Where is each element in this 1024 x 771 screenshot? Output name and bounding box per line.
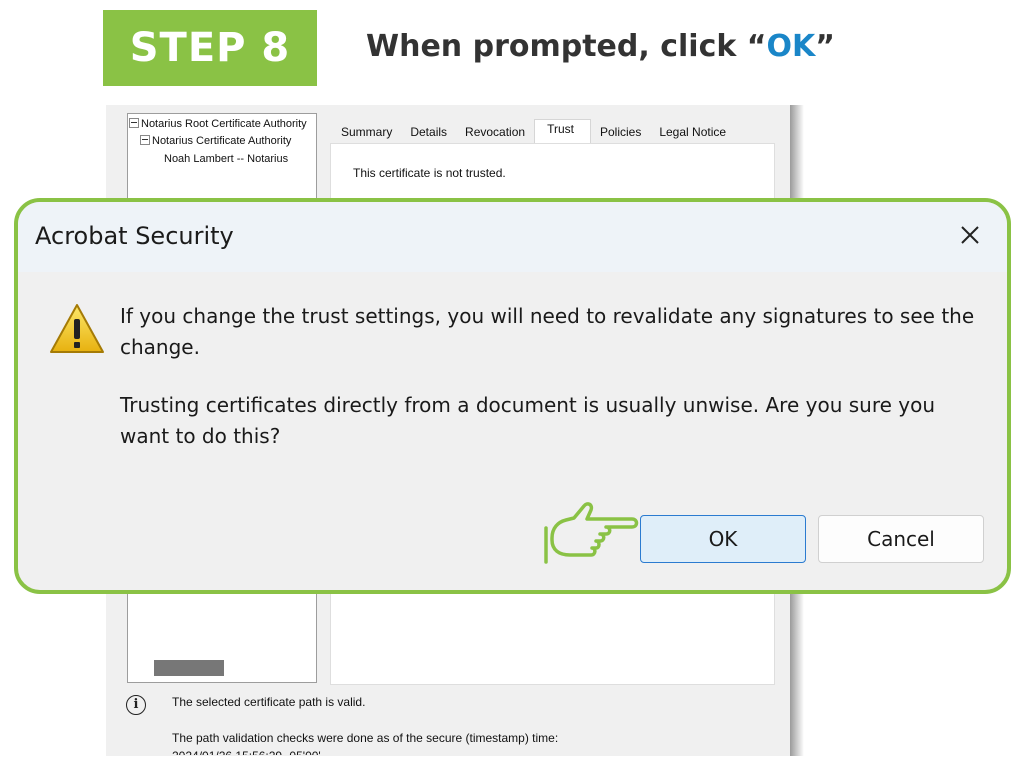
collapse-icon[interactable] bbox=[140, 135, 150, 145]
tree-item-root-ca[interactable]: Notarius Root Certificate Authority bbox=[129, 116, 315, 132]
dialog-message-unwise: Trusting certificates directly from a do… bbox=[120, 393, 936, 448]
collapse-icon[interactable] bbox=[129, 118, 139, 128]
step-instruction: When prompted, click “OK” bbox=[366, 22, 835, 72]
tab-revocation[interactable]: Revocation bbox=[456, 125, 534, 143]
step-badge-label: STEP 8 bbox=[129, 25, 291, 71]
certificate-tabs: Summary Details Revocation Trust Policie… bbox=[332, 117, 735, 144]
step-instruction-suffix: ” bbox=[815, 29, 835, 64]
acrobat-security-dialog: Acrobat Security If you change the trust… bbox=[14, 198, 1011, 594]
path-valid-text: The selected certificate path is valid. bbox=[172, 695, 366, 709]
warning-icon bbox=[50, 304, 104, 353]
tree-item-signer[interactable]: Noah Lambert -- Notarius bbox=[164, 151, 315, 167]
tab-legal-notice[interactable]: Legal Notice bbox=[650, 125, 735, 143]
step-instruction-prefix: When prompted, click “ bbox=[366, 29, 767, 64]
tab-policies[interactable]: Policies bbox=[591, 125, 650, 143]
tree-item-label: Notarius Root Certificate Authority bbox=[141, 118, 307, 130]
tree-item-intermediate-ca[interactable]: Notarius Certificate Authority bbox=[140, 133, 315, 149]
pointing-hand-icon bbox=[544, 502, 639, 564]
dialog-message-revalidate: If you change the trust settings, you wi… bbox=[120, 304, 975, 359]
info-icon: i bbox=[126, 695, 146, 715]
tab-details[interactable]: Details bbox=[401, 125, 456, 143]
tree-item-label: Notarius Certificate Authority bbox=[152, 135, 292, 147]
validation-timestamp: 2024/01/26 15:56:29 -05'00' bbox=[172, 748, 321, 755]
dialog-titlebar: Acrobat Security bbox=[18, 202, 1007, 272]
step-badge: STEP 8 bbox=[103, 10, 317, 86]
cancel-button[interactable]: Cancel bbox=[818, 515, 984, 563]
ok-button[interactable]: OK bbox=[640, 515, 806, 563]
tab-summary[interactable]: Summary bbox=[332, 125, 401, 143]
trust-status-text: This certificate is not trusted. bbox=[353, 166, 506, 180]
close-icon[interactable] bbox=[955, 220, 985, 250]
tab-trust[interactable]: Trust bbox=[534, 119, 591, 144]
path-checks-text: The path validation checks were done as … bbox=[172, 731, 559, 745]
step-instruction-highlight: OK bbox=[766, 29, 816, 64]
dialog-title: Acrobat Security bbox=[35, 222, 234, 250]
horizontal-scrollbar-thumb[interactable] bbox=[154, 660, 224, 676]
tree-item-label: Noah Lambert -- Notarius bbox=[164, 153, 289, 165]
